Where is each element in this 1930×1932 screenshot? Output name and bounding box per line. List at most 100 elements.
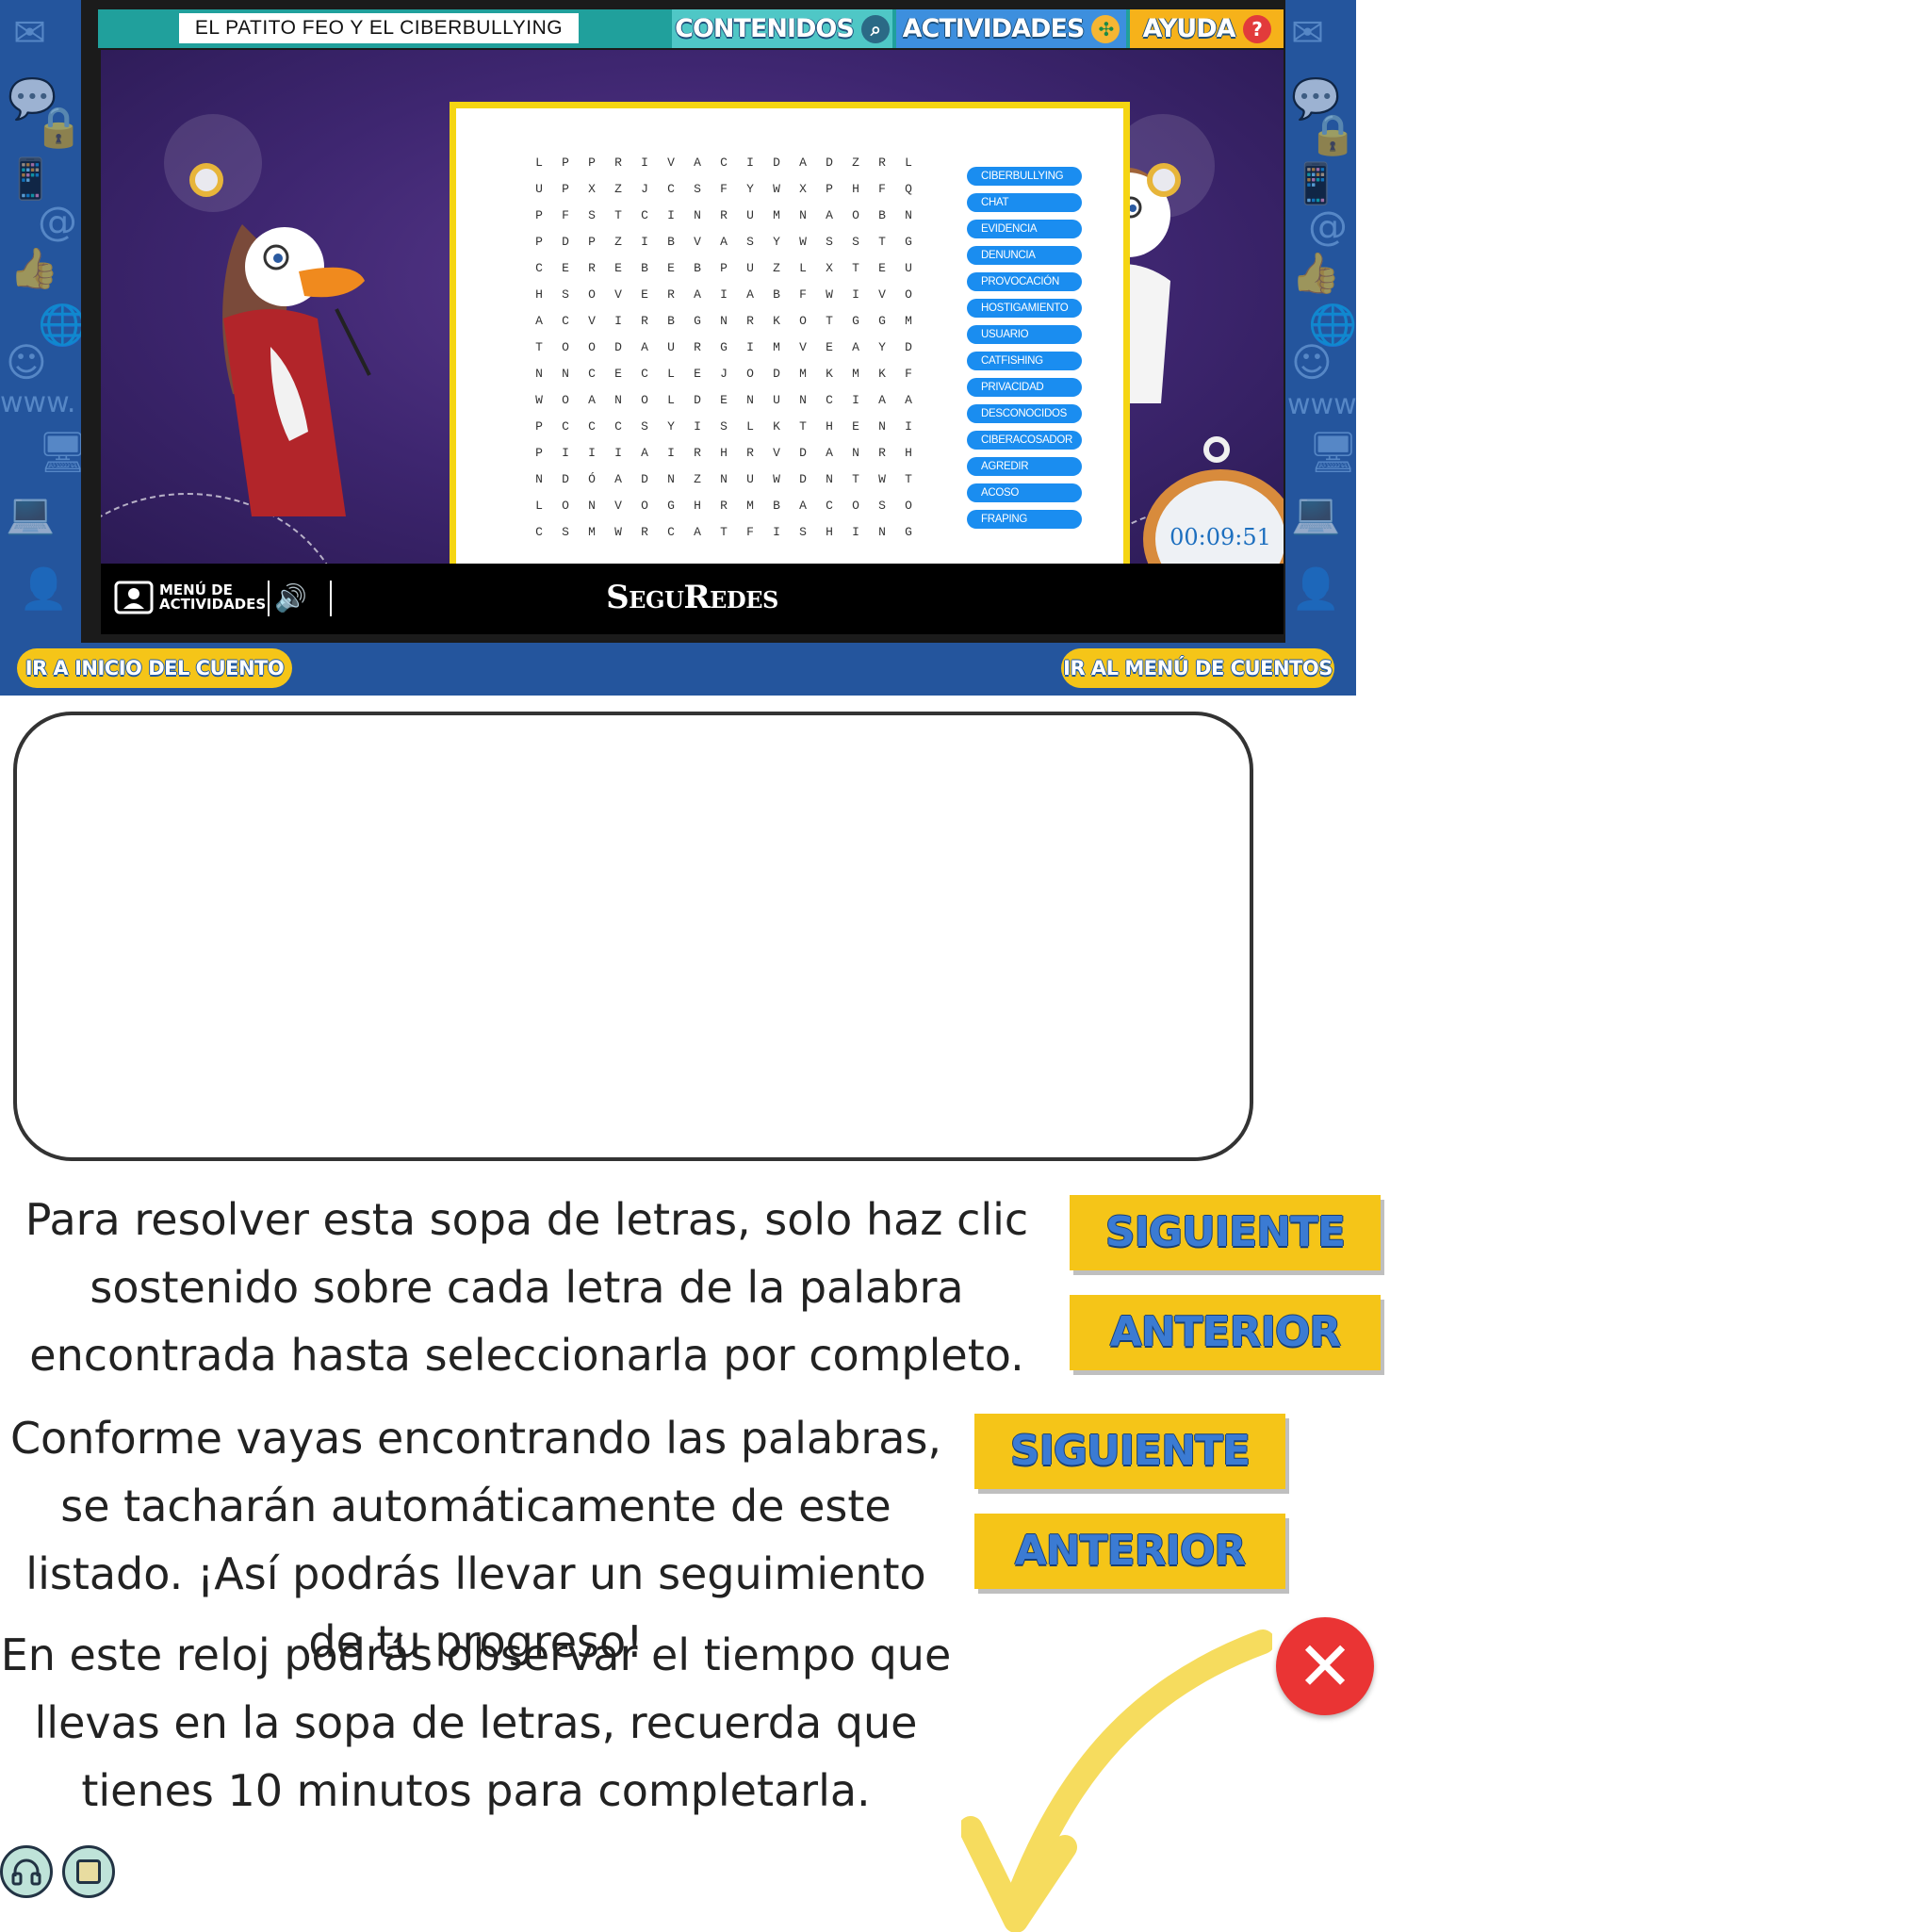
grid-letter[interactable]: C [526, 519, 552, 546]
grid-letter[interactable]: M [895, 308, 922, 335]
grid-letter[interactable]: V [869, 282, 895, 308]
grid-letter[interactable]: V [605, 282, 631, 308]
grid-letter[interactable]: B [684, 255, 711, 282]
grid-letter[interactable]: B [658, 229, 684, 255]
grid-letter[interactable]: O [790, 308, 816, 335]
grid-letter[interactable]: J [711, 361, 737, 387]
grid-letter[interactable]: S [579, 203, 605, 229]
grid-letter[interactable]: P [526, 440, 552, 467]
grid-letter[interactable]: F [895, 361, 922, 387]
grid-letter[interactable]: C [605, 414, 631, 440]
ir-al-menu-cuentos-button[interactable]: IR AL MENÚ DE CUENTOS [1061, 648, 1334, 688]
grid-letter[interactable]: I [658, 440, 684, 467]
grid-letter[interactable]: H [816, 519, 842, 546]
grid-letter[interactable]: N [895, 203, 922, 229]
grid-letter[interactable]: R [684, 335, 711, 361]
grid-letter[interactable]: V [684, 229, 711, 255]
grid-letter[interactable]: A [790, 493, 816, 519]
grid-letter[interactable]: C [552, 308, 579, 335]
ir-a-inicio-button[interactable]: IR A INICIO DEL CUENTO [17, 648, 292, 688]
grid-letter[interactable]: T [869, 229, 895, 255]
grid-letter[interactable]: T [895, 467, 922, 493]
grid-letter[interactable]: V [579, 308, 605, 335]
grid-letter[interactable]: Z [842, 150, 869, 176]
grid-letter[interactable]: D [763, 361, 790, 387]
grid-letter[interactable]: C [579, 414, 605, 440]
grid-letter[interactable]: G [895, 229, 922, 255]
grid-letter[interactable]: H [711, 440, 737, 467]
grid-letter[interactable]: L [790, 255, 816, 282]
grid-letter[interactable]: E [711, 387, 737, 414]
grid-letter[interactable]: I [684, 414, 711, 440]
grid-letter[interactable]: O [579, 282, 605, 308]
grid-letter[interactable]: L [526, 150, 552, 176]
grid-letter[interactable]: Y [737, 176, 763, 203]
grid-letter[interactable]: N [684, 203, 711, 229]
grid-letter[interactable]: A [737, 282, 763, 308]
grid-letter[interactable]: S [631, 414, 658, 440]
grid-letter[interactable]: M [737, 493, 763, 519]
grid-letter[interactable]: W [790, 229, 816, 255]
grid-letter[interactable]: P [552, 176, 579, 203]
grid-letter[interactable]: S [711, 414, 737, 440]
grid-letter[interactable]: G [869, 308, 895, 335]
grid-letter[interactable]: A [895, 387, 922, 414]
grid-letter[interactable]: U [737, 203, 763, 229]
grid-letter[interactable]: C [552, 414, 579, 440]
grid-letter[interactable]: V [605, 493, 631, 519]
grid-letter[interactable]: B [763, 282, 790, 308]
grid-letter[interactable]: K [763, 414, 790, 440]
grid-letter[interactable]: O [552, 335, 579, 361]
grid-letter[interactable]: R [631, 308, 658, 335]
grid-letter[interactable]: A [842, 335, 869, 361]
grid-letter[interactable]: T [605, 203, 631, 229]
grid-letter[interactable]: G [658, 493, 684, 519]
grid-letter[interactable]: H [842, 176, 869, 203]
grid-letter[interactable]: D [763, 150, 790, 176]
grid-letter[interactable]: X [816, 255, 842, 282]
grid-letter[interactable]: O [842, 493, 869, 519]
grid-letter[interactable]: Z [763, 255, 790, 282]
grid-letter[interactable]: O [552, 387, 579, 414]
grid-letter[interactable]: Z [684, 467, 711, 493]
grid-letter[interactable]: B [658, 308, 684, 335]
grid-letter[interactable]: L [526, 493, 552, 519]
grid-letter[interactable]: N [605, 387, 631, 414]
grid-letter[interactable]: D [895, 335, 922, 361]
grid-letter[interactable]: C [711, 150, 737, 176]
grid-letter[interactable]: M [842, 361, 869, 387]
grid-letter[interactable]: L [895, 150, 922, 176]
grid-letter[interactable]: I [842, 282, 869, 308]
grid-letter[interactable]: W [605, 519, 631, 546]
grid-letter[interactable]: I [711, 282, 737, 308]
anterior-button[interactable]: ANTERIOR [974, 1514, 1285, 1589]
grid-letter[interactable]: S [684, 176, 711, 203]
grid-letter[interactable]: C [816, 387, 842, 414]
grid-letter[interactable]: Ó [579, 467, 605, 493]
grid-letter[interactable]: J [631, 176, 658, 203]
grid-letter[interactable]: C [658, 519, 684, 546]
grid-letter[interactable]: F [552, 203, 579, 229]
grid-letter[interactable]: P [579, 150, 605, 176]
grid-letter[interactable]: I [658, 203, 684, 229]
grid-letter[interactable]: B [763, 493, 790, 519]
grid-letter[interactable]: T [711, 519, 737, 546]
grid-letter[interactable]: L [737, 414, 763, 440]
grid-letter[interactable]: M [790, 361, 816, 387]
grid-letter[interactable]: S [816, 229, 842, 255]
grid-letter[interactable]: L [658, 361, 684, 387]
grid-letter[interactable]: O [631, 387, 658, 414]
grid-letter[interactable]: V [658, 150, 684, 176]
grid-letter[interactable]: S [737, 229, 763, 255]
close-icon[interactable]: ✕ [1276, 1617, 1374, 1715]
grid-letter[interactable]: A [816, 203, 842, 229]
grid-letter[interactable]: U [658, 335, 684, 361]
grid-letter[interactable]: R [869, 440, 895, 467]
grid-letter[interactable]: O [842, 203, 869, 229]
grid-letter[interactable]: A [631, 335, 658, 361]
grid-letter[interactable]: E [842, 414, 869, 440]
grid-letter[interactable]: I [737, 335, 763, 361]
grid-letter[interactable]: W [526, 387, 552, 414]
grid-letter[interactable]: G [895, 519, 922, 546]
grid-letter[interactable]: A [526, 308, 552, 335]
